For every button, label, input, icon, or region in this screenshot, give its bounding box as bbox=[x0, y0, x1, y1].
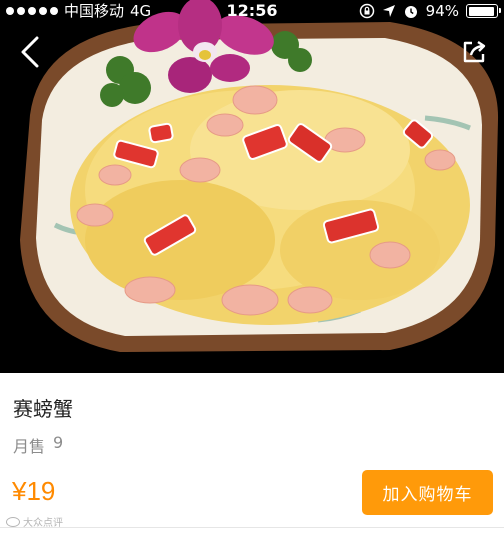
back-chevron-icon bbox=[21, 36, 39, 68]
battery-percent: 94% bbox=[425, 2, 459, 20]
battery-icon bbox=[466, 4, 501, 18]
back-button[interactable] bbox=[12, 32, 48, 72]
bottom-divider bbox=[0, 527, 504, 528]
status-right: 94% bbox=[359, 0, 501, 22]
status-bar: 中国移动 4G 12:56 94% bbox=[0, 0, 504, 22]
add-to-cart-button[interactable]: 加入购物车 bbox=[362, 470, 493, 515]
watermark-logo-icon bbox=[6, 516, 20, 527]
sales-label: 月售 bbox=[13, 437, 46, 456]
dish-illustration bbox=[20, 0, 499, 352]
dish-detail-screen: 中国移动 4G 12:56 94% 赛螃蟹 月售 9 ¥19 加入购物车 大众点… bbox=[0, 0, 504, 533]
share-icon bbox=[463, 41, 486, 63]
dish-photo bbox=[0, 0, 504, 373]
monthly-sales: 月售 9 bbox=[13, 433, 63, 457]
watermark: 大众点评 bbox=[6, 514, 63, 529]
location-icon bbox=[382, 5, 395, 17]
alarm-icon bbox=[404, 6, 417, 18]
watermark-text: 大众点评 bbox=[23, 518, 63, 529]
product-name: 赛螃蟹 bbox=[13, 397, 73, 421]
sales-count: 9 bbox=[53, 433, 64, 452]
rotation-lock-icon bbox=[359, 3, 374, 19]
share-button[interactable] bbox=[458, 36, 490, 68]
product-price: ¥19 bbox=[12, 476, 56, 506]
battery-level bbox=[468, 6, 494, 16]
